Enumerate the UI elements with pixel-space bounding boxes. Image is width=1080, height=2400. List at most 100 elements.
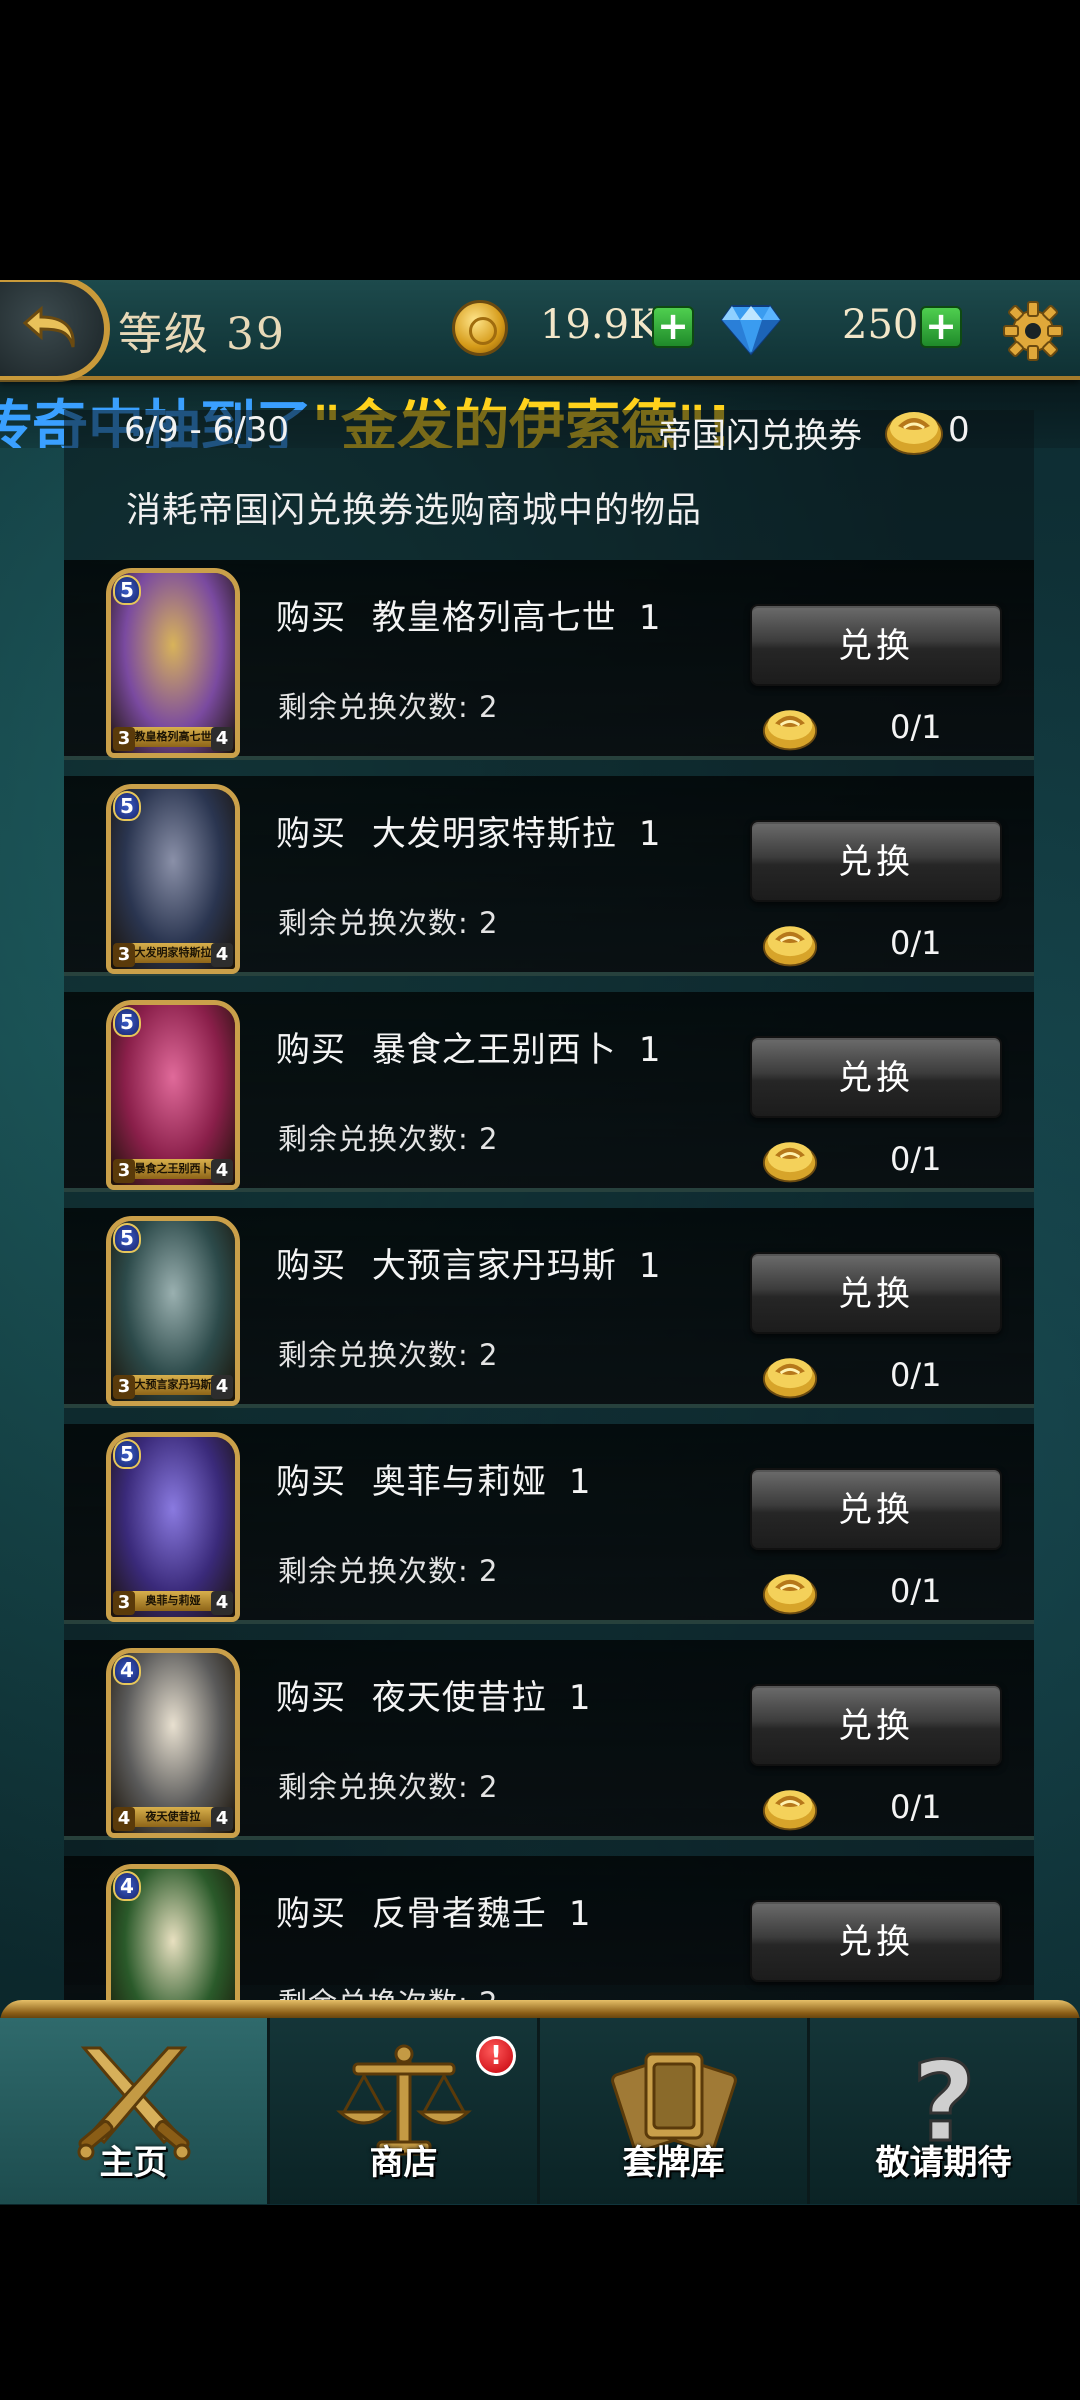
exchange-button[interactable]: 兑换 — [750, 1684, 1002, 1766]
exchange-button[interactable]: 兑换 — [750, 1252, 1002, 1334]
exchange-button[interactable]: 兑换 — [750, 604, 1002, 686]
card-thumbnail[interactable]: 5 教皇格列高七世 3 4 — [106, 568, 240, 758]
card-attack-value: 3 — [113, 943, 135, 967]
remaining-exchanges: 剩余兑换次数: 2 — [278, 906, 499, 940]
item-quantity: 1 — [568, 1894, 592, 1934]
card-thumbnail[interactable]: 4 夜天使昔拉 4 4 — [106, 1648, 240, 1838]
exchange-item-row: 5 大预言家丹玛斯 3 4 购买 大预言家丹玛斯 1 剩余兑换次数: 2 兑换 0… — [64, 1208, 1034, 1408]
top-status-bar: 等级 39 19.9K + 250 + — [0, 280, 1080, 382]
card-attack-value: 3 — [113, 1375, 135, 1399]
back-arrow-icon — [22, 305, 75, 348]
item-buy-label: 购买 — [276, 1246, 346, 1286]
nav-coming-soon[interactable]: ? 敬请期待 — [810, 2018, 1080, 2204]
exchange-button[interactable]: 兑换 — [750, 1468, 1002, 1550]
card-star-rank: 5 — [113, 1223, 141, 1253]
gold-amount: 19.9K — [540, 302, 659, 348]
exchange-item-row: 5 大发明家特斯拉 3 4 购买 大发明家特斯拉 1 剩余兑换次数: 2 兑换 0… — [64, 776, 1034, 976]
event-date-range: 6/9 - 6/30 — [124, 410, 289, 450]
card-thumbnail[interactable]: 5 暴食之王别西卜 3 4 — [106, 1000, 240, 1190]
exchange-item-row: 5 暴食之王别西卜 3 4 购买 暴食之王别西卜 1 剩余兑换次数: 2 兑换 0… — [64, 992, 1034, 1192]
item-buy-label: 购买 — [276, 814, 346, 854]
player-level: 等级 39 — [118, 309, 286, 360]
voucher-cost: 0/1 — [890, 1356, 942, 1394]
card-thumbnail[interactable]: 5 大预言家丹玛斯 3 4 — [106, 1216, 240, 1406]
card-thumbnail[interactable]: 5 奥菲与莉娅 3 4 — [106, 1432, 240, 1622]
voucher-cost: 0/1 — [890, 924, 942, 962]
card-health-value: 4 — [211, 1807, 233, 1831]
item-name: 夜天使昔拉 — [371, 1678, 547, 1718]
item-title: 购买 大预言家丹玛斯 1 — [276, 1238, 661, 1287]
card-name-plate: 夜天使昔拉 — [127, 1807, 219, 1827]
item-name: 大预言家丹玛斯 — [371, 1246, 617, 1286]
nav-shop-label: 商店 — [369, 2143, 438, 2183]
exchange-item-row: 5 教皇格列高七世 3 4 购买 教皇格列高七世 1 剩余兑换次数: 2 兑换 0… — [64, 560, 1034, 760]
card-star-rank: 5 — [113, 575, 141, 605]
remaining-exchanges: 剩余兑换次数: 2 — [278, 1338, 499, 1372]
exchange-button[interactable]: 兑换 — [750, 820, 1002, 902]
nav-home-label: 主页 — [99, 2143, 168, 2183]
item-name: 暴食之王别西卜 — [371, 1030, 617, 1070]
item-quantity: 1 — [638, 598, 662, 638]
voucher-cost: 0/1 — [890, 1788, 942, 1826]
shop-notification-badge: ! — [476, 2036, 516, 2076]
item-buy-label: 购买 — [276, 1462, 346, 1502]
card-star-rank: 4 — [113, 1655, 141, 1685]
voucher-coin-icon — [885, 412, 943, 455]
add-gold-button[interactable]: + — [652, 306, 694, 348]
nav-home[interactable]: 主页 — [0, 2018, 270, 2204]
item-buy-label: 购买 — [276, 1030, 346, 1070]
card-health-value: 4 — [211, 1375, 233, 1399]
nav-deck[interactable]: 套牌库 — [540, 2018, 810, 2204]
voucher-cost-icon — [762, 1358, 818, 1399]
item-name: 大发明家特斯拉 — [371, 814, 617, 854]
item-quantity: 1 — [568, 1462, 592, 1502]
card-star-rank: 5 — [113, 1007, 141, 1037]
card-attack-value: 3 — [113, 727, 135, 751]
card-name-plate: 暴食之王别西卜 — [127, 1159, 219, 1179]
voucher-cost: 0/1 — [890, 1140, 942, 1178]
item-quantity: 1 — [638, 1246, 662, 1286]
card-name-plate: 教皇格列高七世 — [127, 727, 219, 747]
exchange-button[interactable]: 兑换 — [750, 1036, 1002, 1118]
voucher-cost-icon — [762, 1142, 818, 1183]
voucher-cost: 0/1 — [890, 708, 942, 746]
card-thumbnail[interactable]: 5 大发明家特斯拉 3 4 — [106, 784, 240, 974]
nav-shop[interactable]: ! 商店 — [270, 2018, 540, 2204]
add-diamond-button[interactable]: + — [920, 306, 962, 348]
item-name: 教皇格列高七世 — [371, 598, 617, 638]
card-health-value: 4 — [211, 1591, 233, 1615]
remaining-exchanges: 剩余兑换次数: 2 — [278, 690, 499, 724]
item-name: 奥菲与莉娅 — [371, 1462, 547, 1502]
voucher-count: 0 — [948, 410, 970, 450]
voucher-cost-icon — [762, 710, 818, 751]
card-attack-value: 4 — [113, 1807, 135, 1831]
item-buy-label: 购买 — [276, 1894, 346, 1934]
voucher-label: 帝国闪兑换券 — [658, 416, 862, 456]
settings-gear-icon[interactable] — [1002, 300, 1064, 362]
exchange-item-list[interactable]: 5 教皇格列高七世 3 4 购买 教皇格列高七世 1 剩余兑换次数: 2 兑换 0… — [64, 560, 1034, 2205]
item-buy-label: 购买 — [276, 1678, 346, 1718]
card-attack-value: 3 — [113, 1591, 135, 1615]
item-name: 反骨者魏壬 — [371, 1894, 547, 1934]
item-quantity: 1 — [638, 814, 662, 854]
card-name-plate: 大发明家特斯拉 — [127, 943, 219, 963]
voucher-cost-icon — [762, 1574, 818, 1615]
back-button[interactable] — [0, 280, 110, 382]
exchange-button[interactable]: 兑换 — [750, 1900, 1002, 1982]
diamond-amount: 250 — [842, 302, 919, 348]
card-star-rank: 5 — [113, 791, 141, 821]
card-star-rank: 4 — [113, 1871, 141, 1901]
voucher-cost: 0/1 — [890, 1572, 942, 1610]
card-health-value: 4 — [211, 943, 233, 967]
card-name-plate: 奥菲与莉娅 — [127, 1591, 219, 1611]
nav-coming-soon-label: 敬请期待 — [875, 2143, 1012, 2183]
item-quantity: 1 — [568, 1678, 592, 1718]
item-title: 购买 反骨者魏壬 1 — [276, 1886, 591, 1935]
voucher-cost-icon — [762, 1790, 818, 1831]
item-title: 购买 暴食之王别西卜 1 — [276, 1022, 661, 1071]
gold-coin-icon — [452, 300, 508, 356]
card-attack-value: 3 — [113, 1159, 135, 1183]
card-name-plate: 大预言家丹玛斯 — [127, 1375, 219, 1395]
item-title: 购买 夜天使昔拉 1 — [276, 1670, 591, 1719]
nav-deck-label: 套牌库 — [622, 2143, 725, 2183]
